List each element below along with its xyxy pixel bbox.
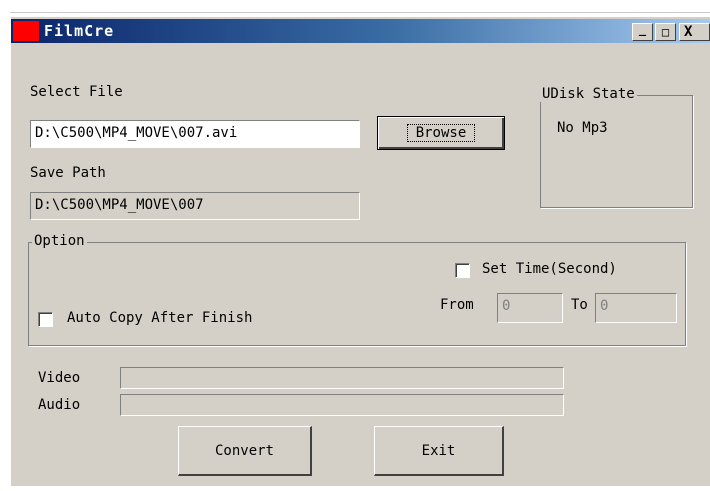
app-icon	[13, 21, 39, 41]
option-group	[28, 242, 686, 346]
save-path-label: Save Path	[30, 165, 106, 181]
auto-copy-label: Auto Copy After Finish	[67, 310, 253, 326]
maximize-icon: □	[661, 25, 670, 39]
udisk-status-text: No Mp3	[557, 120, 608, 136]
to-label: To	[571, 297, 588, 313]
exit-button-label: Exit	[421, 442, 456, 459]
to-input[interactable]: 0	[595, 293, 677, 323]
audio-progress-bar	[120, 394, 564, 416]
maximize-button[interactable]: □	[655, 23, 676, 41]
title-bar[interactable]	[11, 19, 710, 43]
from-input[interactable]: 0	[497, 293, 563, 323]
set-time-checkbox[interactable]	[455, 263, 470, 278]
minimize-icon: _	[638, 22, 647, 36]
browse-button[interactable]: Browse	[377, 116, 505, 150]
video-progress-bar	[120, 367, 564, 389]
option-group-title: Option	[32, 233, 87, 249]
select-file-label: Select File	[30, 84, 123, 100]
udisk-state-group	[540, 95, 693, 208]
close-button[interactable]: X	[679, 23, 710, 41]
save-path-field[interactable]: D:\C500\MP4_MOVE\007	[30, 192, 360, 220]
convert-button[interactable]: Convert	[178, 426, 312, 476]
video-progress-label: Video	[38, 370, 81, 386]
set-time-label: Set Time(Second)	[482, 261, 617, 277]
background-strip	[0, 0, 710, 16]
udisk-state-title: UDisk State	[540, 86, 637, 102]
exit-button[interactable]: Exit	[374, 426, 504, 476]
minimize-button[interactable]: _	[632, 23, 653, 41]
select-file-input[interactable]: D:\C500\MP4_MOVE\007.avi	[30, 120, 360, 148]
window-title: FilmCre	[44, 22, 115, 40]
audio-progress-label: Audio	[38, 397, 81, 413]
from-label: From	[440, 297, 474, 313]
convert-button-label: Convert	[214, 442, 274, 459]
auto-copy-checkbox[interactable]	[38, 312, 53, 327]
browse-button-label: Browse	[406, 124, 476, 142]
close-icon: X	[684, 24, 693, 40]
